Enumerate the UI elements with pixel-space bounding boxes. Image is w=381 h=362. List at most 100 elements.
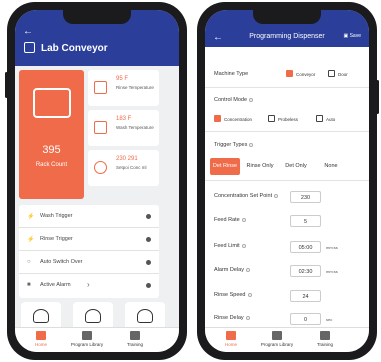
rinse-temperature-card[interactable]: 95 F Rinse Temperature [88,70,159,106]
wash-icon [94,121,107,134]
alarm-delay-label: Alarm Delay [214,267,250,273]
nav-label: Program Library [260,342,294,347]
rinse-icon [94,81,107,94]
nav-home[interactable]: Home [209,331,253,347]
wash-temperature-card[interactable]: 183 F Wash Temperature [88,110,159,146]
bottom-nav: Home Program Library Training [15,327,179,352]
divider [205,131,369,132]
info-icon[interactable] [241,217,246,222]
status-dot [146,260,151,265]
library-icon [272,331,282,340]
trigger-list: ⚡ Wash Trigger ⚡ Rinse Trigger ○ Auto Sw… [19,205,159,298]
phone-lab-conveyor: ← Lab Conveyor 395 Rack Count 95 F Rinse… [5,2,187,360]
trigger-det-only[interactable]: Det Only [280,158,312,175]
rinse-speed-input[interactable]: 24 [290,290,321,302]
feed-limit-input[interactable]: 05:00 [290,241,321,253]
trigger-types-label: Trigger Types [214,142,254,148]
list-item-label: Wash Trigger [40,213,73,219]
concentration-checkbox[interactable] [214,115,221,122]
trigger-none[interactable]: None [316,158,346,175]
dispenser-tile[interactable] [125,302,165,330]
training-icon [130,331,140,340]
alarm-delay-unit: mm:ss [326,269,338,274]
nav-label: Training [126,342,144,347]
trigger-det-rinse[interactable]: Det Rinse [210,158,240,175]
chevron-right-icon: › [87,280,90,289]
nav-label: Training [316,342,334,347]
rack-count-card[interactable]: 395 Rack Count [19,70,84,199]
screen: ← Lab Conveyor 395 Rack Count 95 F Rinse… [15,10,179,352]
list-item-label: Active Alarm [40,282,71,288]
phone-power-button [376,80,379,114]
home-icon [226,331,236,340]
training-icon [320,331,330,340]
rinse-delay-unit: sec [326,317,333,322]
conveyor-icon [24,42,35,53]
info-icon[interactable] [249,97,254,102]
rack-count-label: Rack Count [35,162,68,168]
library-icon [82,331,92,340]
nav-home[interactable]: Home [19,331,63,347]
trigger-rinse-only[interactable]: Rinse Only [243,158,277,175]
setpoint-card[interactable]: 230 291 Setpoi Conc ml [88,150,159,186]
rinse-speed-label: Rinse Speed [214,292,252,298]
notch [63,10,131,24]
feed-rate-input[interactable]: 5 [290,215,321,227]
door-checkbox[interactable] [328,70,335,77]
list-item-auto-switch-over[interactable]: ○ Auto Switch Over [19,251,159,274]
nav-training[interactable]: Training [113,331,157,347]
list-item-rinse-trigger[interactable]: ⚡ Rinse Trigger [19,228,159,251]
probeless-checkbox[interactable] [268,115,275,122]
dispenser-tile[interactable] [73,302,113,330]
info-icon[interactable] [241,243,246,248]
alarm-delay-input[interactable]: 02:30 [290,265,321,277]
stat-label: Setpoi Conc ml [116,165,147,170]
concentration-set-point-input[interactable]: 230 [290,191,321,203]
phone-volume-button [5,72,8,98]
divider [205,87,369,88]
rack-count-value: 395 [42,144,61,156]
save-button[interactable]: ▣ Save [343,33,361,39]
dispenser-icon [33,309,49,323]
nav-program-library[interactable]: Program Library [255,331,299,347]
nav-program-library[interactable]: Program Library [65,331,109,347]
feed-rate-label: Feed Rate [214,217,246,223]
stat-value: 95 F [116,76,129,82]
info-icon[interactable] [245,315,250,320]
rinse-delay-label: Rinse Delay [214,315,250,321]
nav-label: Home [34,342,47,347]
nav-label: Home [224,342,237,347]
save-label: Save [349,33,361,39]
rinse-delay-input[interactable]: 0 [290,313,321,325]
circle-icon: ○ [27,259,31,265]
status-dot [146,214,151,219]
info-icon[interactable] [245,267,250,272]
bottom-nav: Home Program Library Training [205,327,369,352]
auto-checkbox[interactable] [316,115,323,122]
list-item-wash-trigger[interactable]: ⚡ Wash Trigger [19,205,159,228]
probeless-label: Probeless [278,117,299,122]
concentration-set-point-label: Concentration Set Point [214,193,279,199]
conveyor-label: Conveyor [296,72,316,77]
info-icon[interactable] [249,142,254,147]
list-item-label: Rinse Trigger [40,236,73,242]
divider [205,180,369,181]
feed-limit-label: Feed Limit [214,243,246,249]
conveyor-checkbox[interactable] [286,70,293,77]
page-title: Lab Conveyor [41,43,108,54]
info-icon[interactable] [274,193,279,198]
bolt-icon: ⚡ [27,214,35,220]
feed-limit-unit: mm:ss [326,245,338,250]
back-arrow-icon[interactable]: ← [23,26,33,37]
alarm-icon: ■ [27,282,31,288]
dispenser-tile[interactable] [21,302,61,330]
nav-training[interactable]: Training [303,331,347,347]
stat-value: 230 291 [116,156,138,162]
dispenser-icon [137,309,153,323]
machine-type-label: Machine Type [214,71,249,77]
list-item-active-alarm[interactable]: ■ Active Alarm › [19,274,159,297]
settings-form: Machine Type Conveyor Door Control Mode … [205,47,369,327]
status-dot [146,283,151,288]
info-icon[interactable] [247,292,252,297]
home-icon [36,331,46,340]
